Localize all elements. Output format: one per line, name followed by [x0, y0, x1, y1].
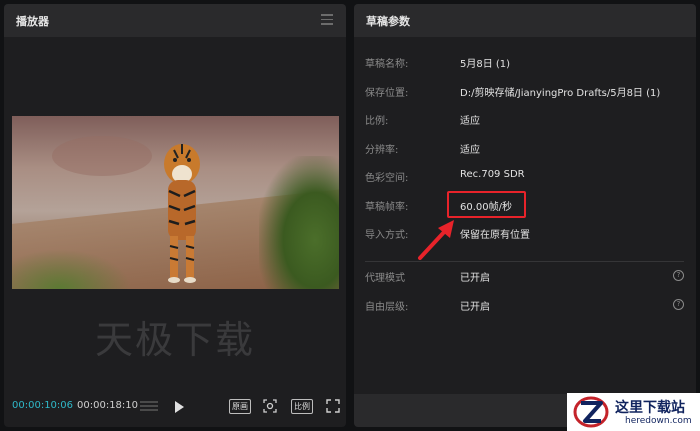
draft-params-panel: 草稿参数 草稿名称: 5月8日 (1) 保存位置: D:/剪映存储/Jianyi…	[354, 4, 696, 427]
row-proxy-mode: 代理模式 已开启 ?	[365, 265, 684, 285]
row-draft-name: 草稿名称: 5月8日 (1)	[365, 59, 511, 70]
row-save-location: 保存位置: D:/剪映存储/JianyingPro Drafts/5月8日 (1…	[365, 88, 661, 99]
draft-header: 草稿参数	[354, 4, 696, 37]
red-arrow-annotation	[418, 220, 454, 260]
tiger-image	[164, 144, 200, 283]
row-free-layer: 自由层级: 已开启 ?	[365, 294, 684, 314]
badge-en-text: heredown.com	[625, 416, 692, 426]
current-time: 00:00:10:06	[12, 400, 74, 411]
frame-rate-highlight-box	[447, 191, 526, 218]
watermark-text: 天极下载	[94, 318, 255, 362]
heredown-badge: 这里下载站 heredown.com	[567, 393, 700, 431]
total-time: 00:00:18:10	[77, 400, 139, 411]
player-panel: 播放器 天极下载 00:00:10:06 00:00:18:10 原画 比例	[4, 4, 346, 427]
original-quality-button[interactable]: 原画	[229, 399, 251, 414]
draft-title: 草稿参数	[366, 14, 410, 28]
divider	[365, 261, 684, 262]
row-color-space: 色彩空间: Rec.709 SDR	[365, 169, 525, 184]
menu-icon[interactable]	[321, 14, 333, 28]
row-import-mode: 导入方式: 保留在原有位置	[365, 230, 530, 241]
player-header: 播放器	[4, 4, 346, 37]
help-icon[interactable]: ?	[673, 299, 684, 310]
video-preview[interactable]	[12, 116, 339, 289]
heredown-logo-icon	[573, 396, 609, 428]
play-icon[interactable]	[175, 401, 184, 413]
focus-icon[interactable]	[263, 399, 277, 413]
row-resolution: 分辨率: 适应	[365, 145, 480, 156]
help-icon[interactable]: ?	[673, 270, 684, 281]
player-controls: 00:00:10:06 00:00:18:10 原画 比例	[4, 392, 346, 422]
fullscreen-icon[interactable]	[326, 399, 340, 413]
row-ratio: 比例: 适应	[365, 116, 480, 127]
player-title: 播放器	[16, 14, 49, 28]
ratio-button[interactable]: 比例	[291, 399, 313, 414]
timeline-grid-icon[interactable]	[140, 401, 158, 413]
badge-cn-text: 这里下载站	[615, 400, 685, 416]
